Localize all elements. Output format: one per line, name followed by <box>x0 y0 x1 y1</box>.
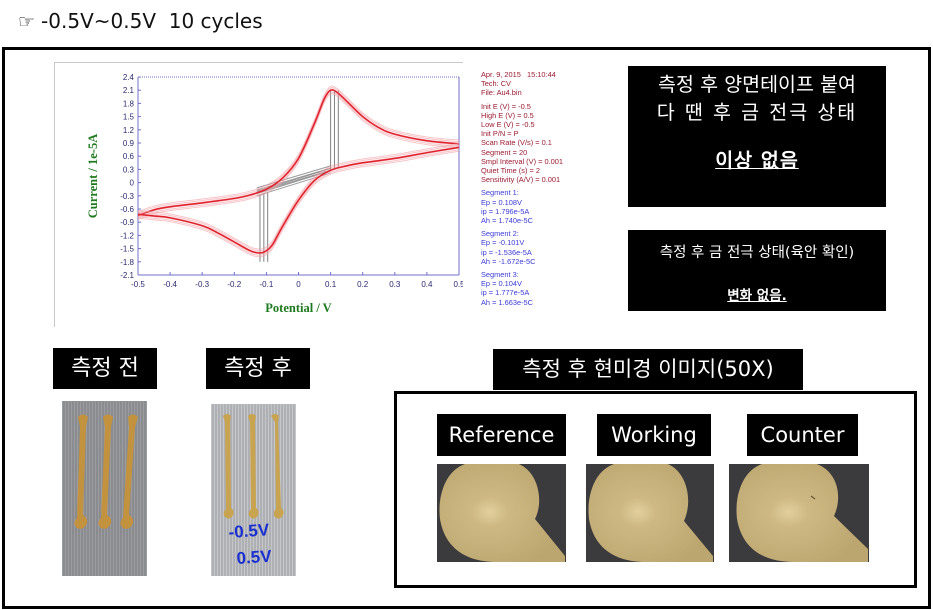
electrode-pad <box>588 464 713 562</box>
micrograph-working <box>586 464 714 562</box>
y-tick-label: -0.3 <box>120 192 134 201</box>
run-tech: Tech: CV <box>481 79 511 89</box>
x-axis-title: Potential / V <box>265 301 331 315</box>
x-tick-label: 0.4 <box>421 280 433 289</box>
y-axis-title: Current / 1e-5A <box>86 134 100 218</box>
param-line: Scan Rate (V/s) = 0.1 <box>481 138 552 148</box>
micrograph-svg <box>588 464 713 562</box>
y-tick-label: 0 <box>130 179 135 188</box>
x-tick-label: -0.5 <box>131 280 145 289</box>
page-title: ☞ -0.5V~0.5V 10 cycles <box>18 9 263 33</box>
segment-title: Segment 3: <box>481 270 519 280</box>
y-tick-label: -0.6 <box>120 205 134 214</box>
label-counter: Counter <box>747 414 858 456</box>
x-tick-label: 0 <box>296 280 301 289</box>
run-date: Apr. 9, 2015 15:10:44 <box>481 70 556 79</box>
x-tick-label: -0.4 <box>163 280 177 289</box>
electrode-pad <box>439 464 565 562</box>
label-reference: Reference <box>437 414 566 456</box>
x-tick-label: 0.5 <box>453 280 463 289</box>
microscope-title: 측정 후 현미경 이미지(50X) <box>493 349 803 390</box>
x-tick-label: -0.1 <box>260 280 274 289</box>
cv-chart-svg: 2.4 2.1 1.8 1.5 1.2 0.9 0.6 0.3 0 -0.3 -0.6 -0.9 -1.… <box>86 73 463 315</box>
x-tick-label: 0.2 <box>357 280 369 289</box>
param-line: Quiet Time (s) = 2 <box>481 166 540 176</box>
segment-ah: Ah = -1.672e-5C <box>481 256 536 266</box>
y-tick-label: 1.2 <box>123 126 135 135</box>
y-tick-label: -0.9 <box>120 218 134 227</box>
pointing-hand-icon: ☞ <box>18 11 36 33</box>
segment-ah: Ah = 1.740e-5C <box>481 216 533 226</box>
cycle-curve-band <box>137 85 460 213</box>
photo-before-measurement <box>62 401 147 576</box>
tape-test-line2: 다 땐 후 금 전극 상태 <box>656 101 858 124</box>
segment-ep: Ep = 0.104V <box>481 279 522 289</box>
tape-test-line1: 측정 후 양면테이프 붙여 <box>658 73 856 96</box>
segment-ep: Ep = 0.108V <box>481 197 522 207</box>
y-tick-label: 2.1 <box>123 86 135 95</box>
param-line: Init E (V) = -0.5 <box>481 101 531 111</box>
param-line: Segment = 20 <box>481 147 528 157</box>
param-line: Init P/N = P <box>481 129 519 139</box>
param-line: High E (V) = 0.5 <box>481 110 534 120</box>
page-title-text: -0.5V~0.5V 10 cycles <box>41 9 263 33</box>
visual-check-result: 변화 없음. <box>727 288 787 304</box>
segment-ip: ip = -1.536e-5A <box>481 247 532 257</box>
x-tick-label: 0.3 <box>389 280 401 289</box>
after-label: 측정 후 <box>206 348 310 389</box>
segment-ip: ip = 1.796e-5A <box>481 206 530 216</box>
y-tick-label: -1.2 <box>120 231 134 240</box>
y-tick-label: -2.1 <box>120 271 134 280</box>
micrograph-svg <box>439 464 565 562</box>
y-tick-label: 1.5 <box>123 113 135 122</box>
run-file: File: Au4.bin <box>481 88 522 98</box>
x-tick-label: -0.2 <box>227 280 241 289</box>
label-working: Working <box>597 414 711 456</box>
cycle-curve-band <box>137 87 460 214</box>
plot-frame <box>137 76 460 276</box>
tape-test-result: 이상 없음 <box>715 149 799 172</box>
handwritten-label: -0.5V <box>228 520 271 542</box>
run-info-panel: Apr. 9, 2015 15:10:44 Tech: CV File: Au4… <box>481 70 621 307</box>
param-line: Low E (V) = -0.5 <box>481 120 535 130</box>
photo-before-svg <box>62 401 147 576</box>
y-tick-label: -1.8 <box>120 258 134 267</box>
x-tick-label: -0.3 <box>195 280 209 289</box>
cv-chart: 2.4 2.1 1.8 1.5 1.2 0.9 0.6 0.3 0 -0.3 -0.6 -0.9 -1.… <box>54 62 463 327</box>
tape-test-note: 측정 후 양면테이프 붙여 다 땐 후 금 전극 상태 이상 없음 <box>628 66 886 207</box>
segment-ah: Ah = 1.663e-5C <box>481 297 533 307</box>
photo-after-svg: -0.5V 0.5V <box>211 404 296 576</box>
segment-ip: ip = 1.777e-5A <box>481 288 530 298</box>
param-line: Sensitivity (A/V) = 0.001 <box>481 175 561 185</box>
micrograph-reference <box>437 464 566 562</box>
visual-check-note: 측정 후 금 전극 상태(육안 확인) 변화 없음. <box>628 230 886 311</box>
y-tick-label: 0.6 <box>123 152 135 161</box>
y-tick-label: 0.9 <box>123 139 135 148</box>
micrograph-counter <box>729 464 869 562</box>
electrode-pad <box>736 464 868 562</box>
segment-ep: Ep = -0.101V <box>481 238 525 248</box>
segment-title: Segment 2: <box>481 229 519 239</box>
photo-after-measurement: -0.5V 0.5V <box>211 404 296 576</box>
visual-check-line1: 측정 후 금 전극 상태(육안 확인) <box>659 245 855 261</box>
segment-title: Segment 1: <box>481 188 519 198</box>
y-tick-label: 1.8 <box>123 99 135 108</box>
y-tick-label: 2.4 <box>123 73 135 82</box>
param-line: Smpl Interval (V) = 0.001 <box>481 156 563 166</box>
y-tick-label: -1.5 <box>120 245 134 254</box>
handwritten-label: 0.5V <box>236 547 273 568</box>
cv-curve <box>137 146 460 254</box>
x-tick-label: 0.1 <box>325 280 337 289</box>
before-label: 측정 전 <box>53 348 157 389</box>
y-tick-label: 0.3 <box>123 165 135 174</box>
micrograph-svg <box>736 464 868 562</box>
